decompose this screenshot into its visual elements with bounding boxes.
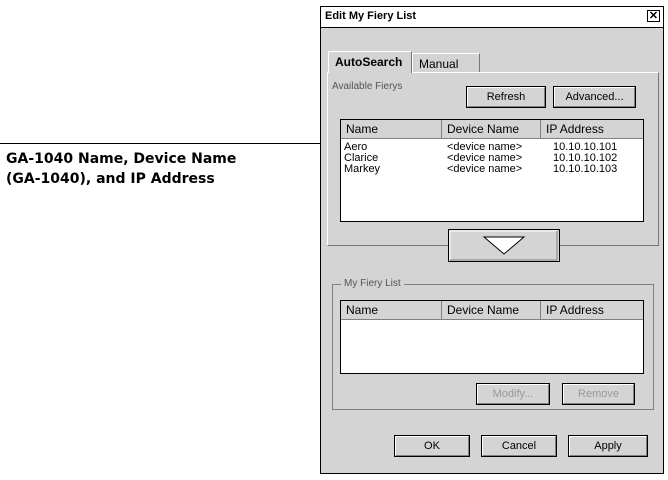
close-button[interactable]: ✕ [647,10,660,22]
tab-autosearch[interactable]: AutoSearch [328,51,412,73]
list-header: Name Device Name IP Address [341,120,643,139]
column-header-ip-address[interactable]: IP Address [541,120,643,138]
cancel-button-label: Cancel [501,440,537,452]
window-title: Edit My Fiery List [325,10,417,22]
apply-button[interactable]: Apply [568,435,648,457]
column-header-name[interactable]: Name [341,120,442,138]
list-item[interactable]: Markey <device name> 10.10.10.103 [341,164,643,175]
cell-device-name: <device name> [447,163,523,175]
column-header-device-name[interactable]: Device Name [442,120,541,138]
available-fierys-label: Available Fierys [332,81,403,92]
add-to-my-list-button[interactable] [448,229,560,262]
column-header-device-name[interactable]: Device Name [442,301,541,319]
remove-button-label: Remove [578,388,619,400]
advanced-button-label: Advanced... [565,91,624,103]
down-triangle-icon [449,230,558,261]
my-fiery-list-label: My Fiery List [341,278,404,289]
available-fierys-list[interactable]: Name Device Name IP Address Aero <device… [340,119,644,222]
remove-button[interactable]: Remove [562,383,635,405]
refresh-button-label: Refresh [486,91,526,103]
column-header-ip-address[interactable]: IP Address [541,301,643,319]
callout-annotation: GA-1040 Name, Device Name (GA-1040), and… [6,149,306,189]
cell-ip-address: 10.10.10.103 [553,163,618,175]
ok-button[interactable]: OK [394,435,470,457]
modify-button-label: Modify... [492,388,534,400]
my-fiery-list[interactable]: Name Device Name IP Address [340,300,644,374]
modify-button[interactable]: Modify... [476,383,550,405]
advanced-button[interactable]: Advanced... [553,86,636,108]
list-header: Name Device Name IP Address [341,301,643,320]
edit-my-fiery-list-dialog: Edit My Fiery List ✕ AutoSearch Manual A… [320,6,664,474]
refresh-button[interactable]: Refresh [466,86,546,108]
callout-leader-line [0,143,348,144]
column-header-name[interactable]: Name [341,301,442,319]
ok-button-label: OK [424,440,440,452]
tab-manual[interactable]: Manual [412,53,480,73]
cancel-button[interactable]: Cancel [481,435,557,457]
callout-line-2: (GA-1040), and IP Address [6,171,215,187]
cell-name: Markey [344,163,381,175]
autosearch-panel: Available Fierys Refresh Advanced... Nam… [327,72,659,246]
my-fiery-list-group: My Fiery List Name Device Name IP Addres… [332,278,654,410]
apply-button-label: Apply [594,440,622,452]
title-bar: Edit My Fiery List ✕ [321,7,663,28]
callout-line-1: GA-1040 Name, Device Name [6,151,237,167]
